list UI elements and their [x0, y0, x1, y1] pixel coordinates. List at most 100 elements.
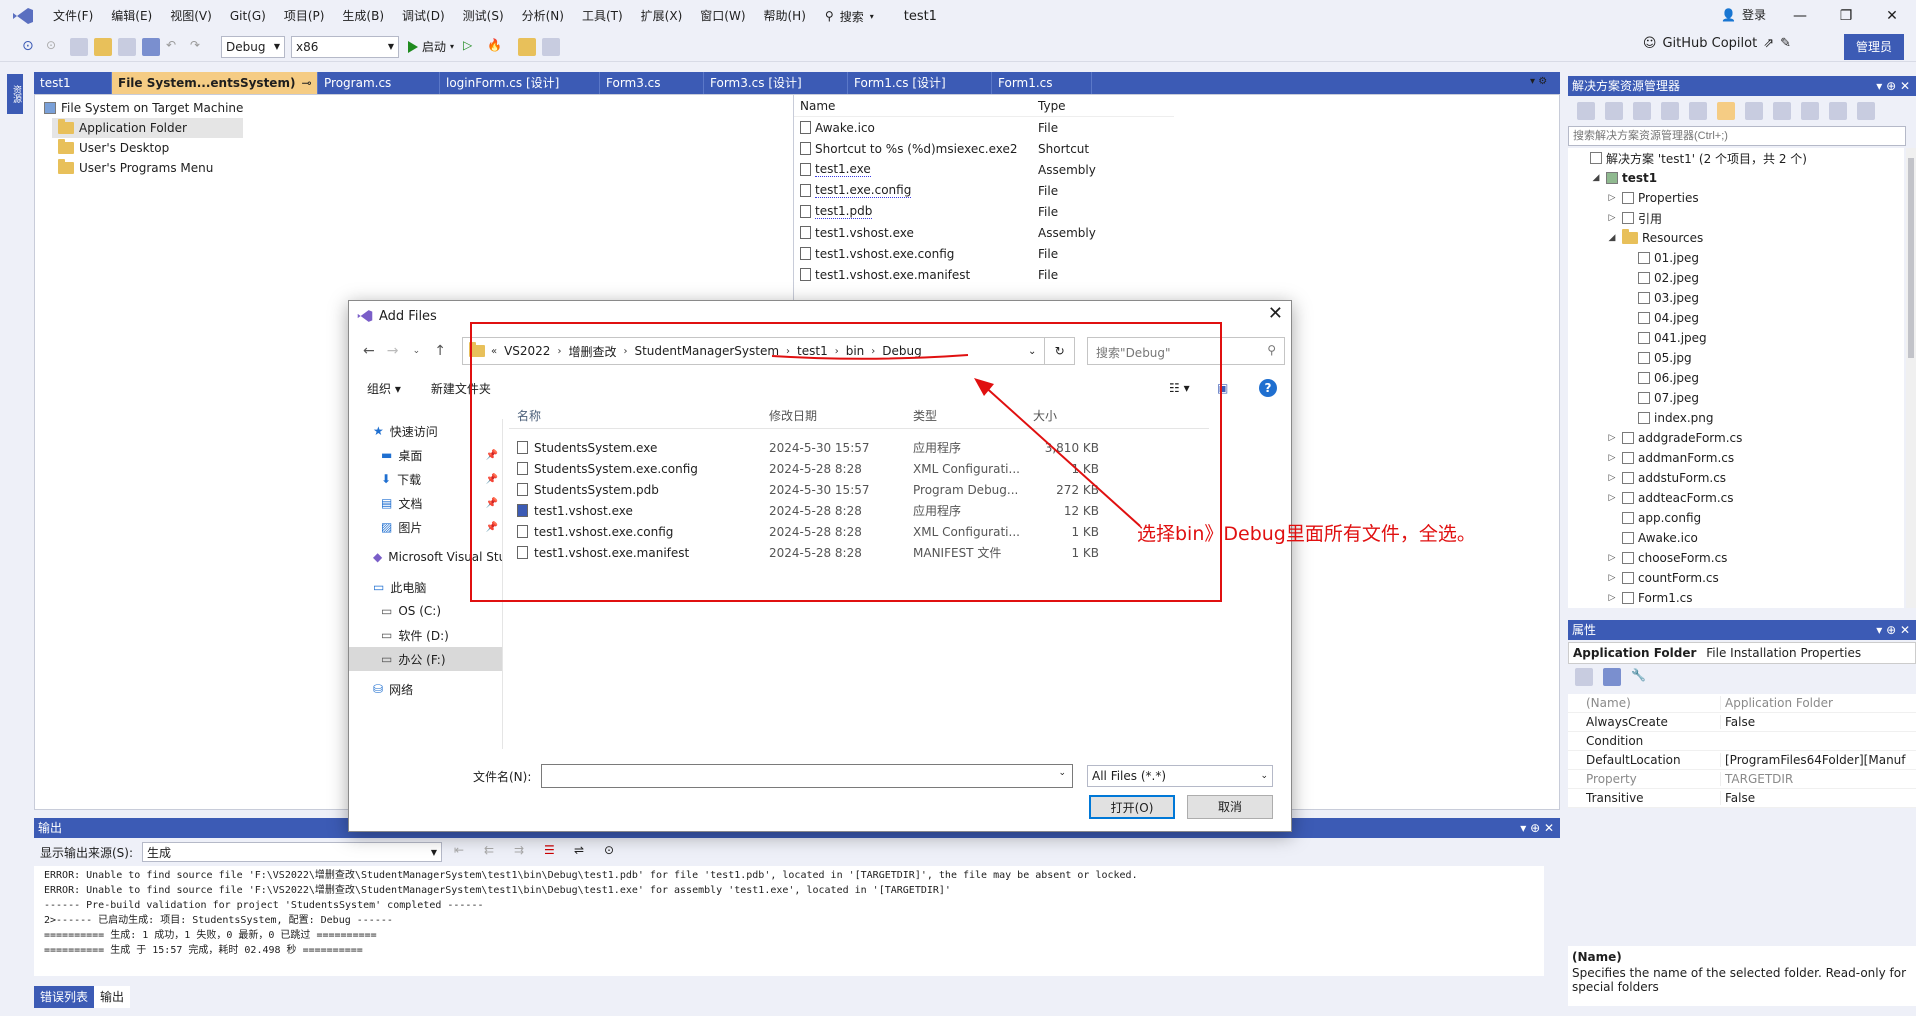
- solution-tree-item[interactable]: 06.jpeg: [1568, 368, 1904, 388]
- undo-icon[interactable]: ↶: [166, 38, 184, 56]
- restore-button[interactable]: ❐: [1826, 4, 1866, 28]
- layout-icon[interactable]: [542, 37, 561, 56]
- close-button[interactable]: ✕: [1872, 4, 1912, 28]
- solution-tree-item[interactable]: ▷ Properties: [1568, 188, 1904, 208]
- edit-icon[interactable]: [1829, 102, 1847, 120]
- output-text[interactable]: ERROR: Unable to find source file 'F:\VS…: [34, 866, 1544, 976]
- solution-tree-item[interactable]: ◢ Resources: [1568, 228, 1904, 248]
- clear-all-icon[interactable]: ☰: [544, 843, 562, 861]
- panel-controls-icon[interactable]: ▾ ⊕ ✕: [1876, 620, 1910, 640]
- next-message-icon[interactable]: ⇉: [514, 843, 532, 861]
- search-menu[interactable]: ⚲ 搜索 ▾: [825, 8, 874, 25]
- menu-item[interactable]: 编辑(E): [102, 0, 161, 32]
- solution-tree-item[interactable]: 解决方案 'test1' (2 个项目，共 2 个): [1568, 148, 1904, 168]
- tab-document[interactable]: Program.cs: [318, 72, 440, 94]
- menu-item[interactable]: 视图(V): [161, 0, 221, 32]
- fs-table-row[interactable]: Shortcut to %s (%d)msiexec.exe2 Shortcut: [794, 138, 1174, 159]
- word-wrap-icon[interactable]: ⇌: [574, 843, 592, 861]
- config-select[interactable]: Debug ▼: [221, 35, 285, 58]
- platform-select[interactable]: x86 ▼: [291, 35, 399, 58]
- menu-item[interactable]: 文件(F): [44, 0, 102, 32]
- toolbox-icon[interactable]: [518, 37, 537, 56]
- minimize-button[interactable]: —: [1780, 4, 1820, 28]
- property-pages-icon[interactable]: 🔧: [1631, 668, 1649, 686]
- recent-chevron-icon[interactable]: ⌄: [404, 346, 428, 356]
- fs-col-type[interactable]: Type: [1032, 99, 1172, 113]
- property-row[interactable]: Condition: [1568, 732, 1916, 751]
- solution-tree-item[interactable]: 041.jpeg: [1568, 328, 1904, 348]
- fs-tree-root[interactable]: File System on Target Machine: [38, 98, 243, 118]
- open-button[interactable]: 打开(O): [1089, 795, 1175, 819]
- alphabetical-icon[interactable]: [1603, 668, 1621, 686]
- find-message-icon[interactable]: ⇤: [454, 843, 472, 861]
- fs-table-row[interactable]: test1.exe.config File: [794, 180, 1174, 201]
- organize-button[interactable]: 组织 ▾: [367, 380, 401, 397]
- dialog-close-icon[interactable]: ✕: [1268, 303, 1283, 324]
- menu-item[interactable]: Git(G): [221, 0, 275, 32]
- save-all-icon[interactable]: [142, 37, 160, 56]
- file-types-icon[interactable]: [1773, 102, 1791, 120]
- expand-arrow-icon[interactable]: ▷: [1606, 193, 1618, 203]
- view-designer-icon[interactable]: [1801, 102, 1819, 120]
- menu-item[interactable]: 生成(B): [333, 0, 393, 32]
- menu-item[interactable]: 调试(D): [393, 0, 454, 32]
- fs-col-name[interactable]: Name: [794, 99, 1032, 113]
- solution-tree-item[interactable]: ▷ chooseForm.cs: [1568, 548, 1904, 568]
- tab-document[interactable]: File System...entsSystem)⊸✕: [112, 72, 318, 94]
- solution-tree-item[interactable]: ▷ addstuForm.cs: [1568, 468, 1904, 488]
- history-icon[interactable]: [1605, 102, 1623, 120]
- menu-item[interactable]: 测试(S): [454, 0, 513, 32]
- property-row[interactable]: Transitive False: [1568, 789, 1916, 808]
- cancel-button[interactable]: 取消: [1187, 795, 1273, 819]
- tab-error-list[interactable]: 错误列表: [34, 986, 95, 1008]
- back-arrow-icon[interactable]: ←: [357, 343, 381, 359]
- menu-item[interactable]: 项目(P): [275, 0, 334, 32]
- panel-controls-icon[interactable]: ▾ ⊕ ✕: [1520, 818, 1554, 838]
- solution-tree-item[interactable]: ◢ test1: [1568, 168, 1904, 188]
- tab-document[interactable]: Form3.cs: [600, 72, 704, 94]
- nav-drive-item[interactable]: ▭ OS (C:): [349, 599, 502, 623]
- help-icon[interactable]: ?: [1259, 379, 1277, 397]
- menu-item[interactable]: 窗口(W): [691, 0, 754, 32]
- solution-tree-item[interactable]: ▷ addmanForm.cs: [1568, 448, 1904, 468]
- solution-tree-item[interactable]: 01.jpeg: [1568, 248, 1904, 268]
- back-icon[interactable]: ⊙: [22, 38, 40, 56]
- filename-input[interactable]: ⌄: [541, 764, 1073, 788]
- solution-tree-item[interactable]: app.config: [1568, 508, 1904, 528]
- tab-document[interactable]: loginForm.cs [设计]: [440, 72, 600, 94]
- collapse-all-icon[interactable]: [1661, 102, 1679, 120]
- properties-wrench-icon[interactable]: [1689, 102, 1707, 120]
- menu-item[interactable]: 工具(T): [573, 0, 632, 32]
- nav-network[interactable]: ⛁ 网络: [349, 677, 502, 701]
- new-project-icon[interactable]: [70, 37, 88, 56]
- expand-arrow-icon[interactable]: ▷: [1606, 493, 1618, 503]
- solution-tree-item[interactable]: 05.jpg: [1568, 348, 1904, 368]
- fs-table-row[interactable]: test1.pdb File: [794, 201, 1174, 222]
- fs-table-row[interactable]: Awake.ico File: [794, 117, 1174, 138]
- redo-icon[interactable]: ↷: [190, 38, 208, 56]
- solution-tree-item[interactable]: 03.jpeg: [1568, 288, 1904, 308]
- solution-explorer-search[interactable]: [1568, 126, 1906, 146]
- feedback-icon[interactable]: ✎: [1780, 36, 1791, 51]
- property-value[interactable]: [ProgramFiles64Folder][Manuf: [1720, 753, 1916, 767]
- property-row[interactable]: (Name) Application Folder: [1568, 694, 1916, 713]
- fs-table-row[interactable]: test1.vshost.exe Assembly: [794, 222, 1174, 243]
- expand-arrow-icon[interactable]: ▷: [1606, 593, 1618, 603]
- fs-table-row[interactable]: test1.vshost.exe.config File: [794, 243, 1174, 264]
- fs-folder-item[interactable]: Application Folder: [52, 118, 244, 138]
- menu-item[interactable]: 扩展(X): [632, 0, 692, 32]
- tab-overflow-icon[interactable]: ▾ ⚙: [1530, 76, 1547, 87]
- property-row[interactable]: Property TARGETDIR: [1568, 770, 1916, 789]
- expand-arrow-icon[interactable]: ▷: [1606, 213, 1618, 223]
- solution-tree-item[interactable]: ▷ Form1.cs: [1568, 588, 1904, 608]
- forward-arrow-icon[interactable]: →: [381, 343, 405, 359]
- preview-icon[interactable]: [1857, 102, 1875, 120]
- scrollbar-thumb[interactable]: [1908, 158, 1914, 358]
- start-without-debug-icon[interactable]: ▷: [463, 38, 481, 56]
- fs-table-row[interactable]: test1.exe Assembly: [794, 159, 1174, 180]
- file-type-select[interactable]: All Files (*.*) ⌄: [1087, 765, 1273, 787]
- solution-tree-item[interactable]: Awake.ico: [1568, 528, 1904, 548]
- nav-drive-item[interactable]: ▭ 软件 (D:): [349, 623, 502, 647]
- expand-arrow-icon[interactable]: ▷: [1606, 473, 1618, 483]
- solution-tree-item[interactable]: 04.jpeg: [1568, 308, 1904, 328]
